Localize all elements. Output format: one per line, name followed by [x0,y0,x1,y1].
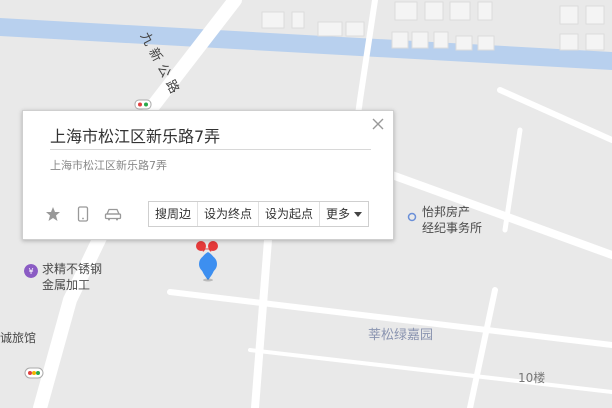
poi-label-hotel: 诚旅馆 [0,331,37,345]
poi-label-qiujing: 求精不锈钢 金属加工 [42,262,103,292]
popup-quick-icons [43,205,123,223]
popup-address: 上海市松江区新乐路7弄 [50,159,167,172]
set-destination-button[interactable]: 设为终点 [198,202,260,226]
more-button[interactable]: 更多 [320,202,368,226]
popup-action-toolbar: 搜周边 设为终点 设为起点 更多 [148,201,370,227]
more-label: 更多 [326,207,351,221]
popup-title: 上海市松江区新乐路7弄 [50,127,221,146]
shop-poi-icon: ¥ [24,264,38,278]
area-label-xinsong: 莘松绿嘉园 [368,328,434,343]
traffic-light-icon-bottom [24,367,44,379]
building-label-10: 10楼 [518,371,546,385]
close-icon[interactable] [371,117,385,131]
search-nearby-button[interactable]: 搜周边 [149,202,199,226]
star-icon[interactable] [43,205,63,223]
caret-down-icon [354,212,363,217]
svg-text:¥: ¥ [28,267,33,276]
car-icon[interactable] [103,205,123,223]
popup-divider [50,149,371,150]
phone-icon[interactable] [73,205,93,223]
traffic-light-icon-top [134,99,152,110]
location-info-popup: 上海市松江区新乐路7弄 上海市松江区新乐路7弄 搜周边 设为终点 设为起点 更多 [22,110,394,240]
poi-label-yibang: 怡邦房产 经纪事务所 [422,205,483,235]
realestate-poi-icon [407,212,417,222]
set-origin-button[interactable]: 设为起点 [259,202,321,226]
